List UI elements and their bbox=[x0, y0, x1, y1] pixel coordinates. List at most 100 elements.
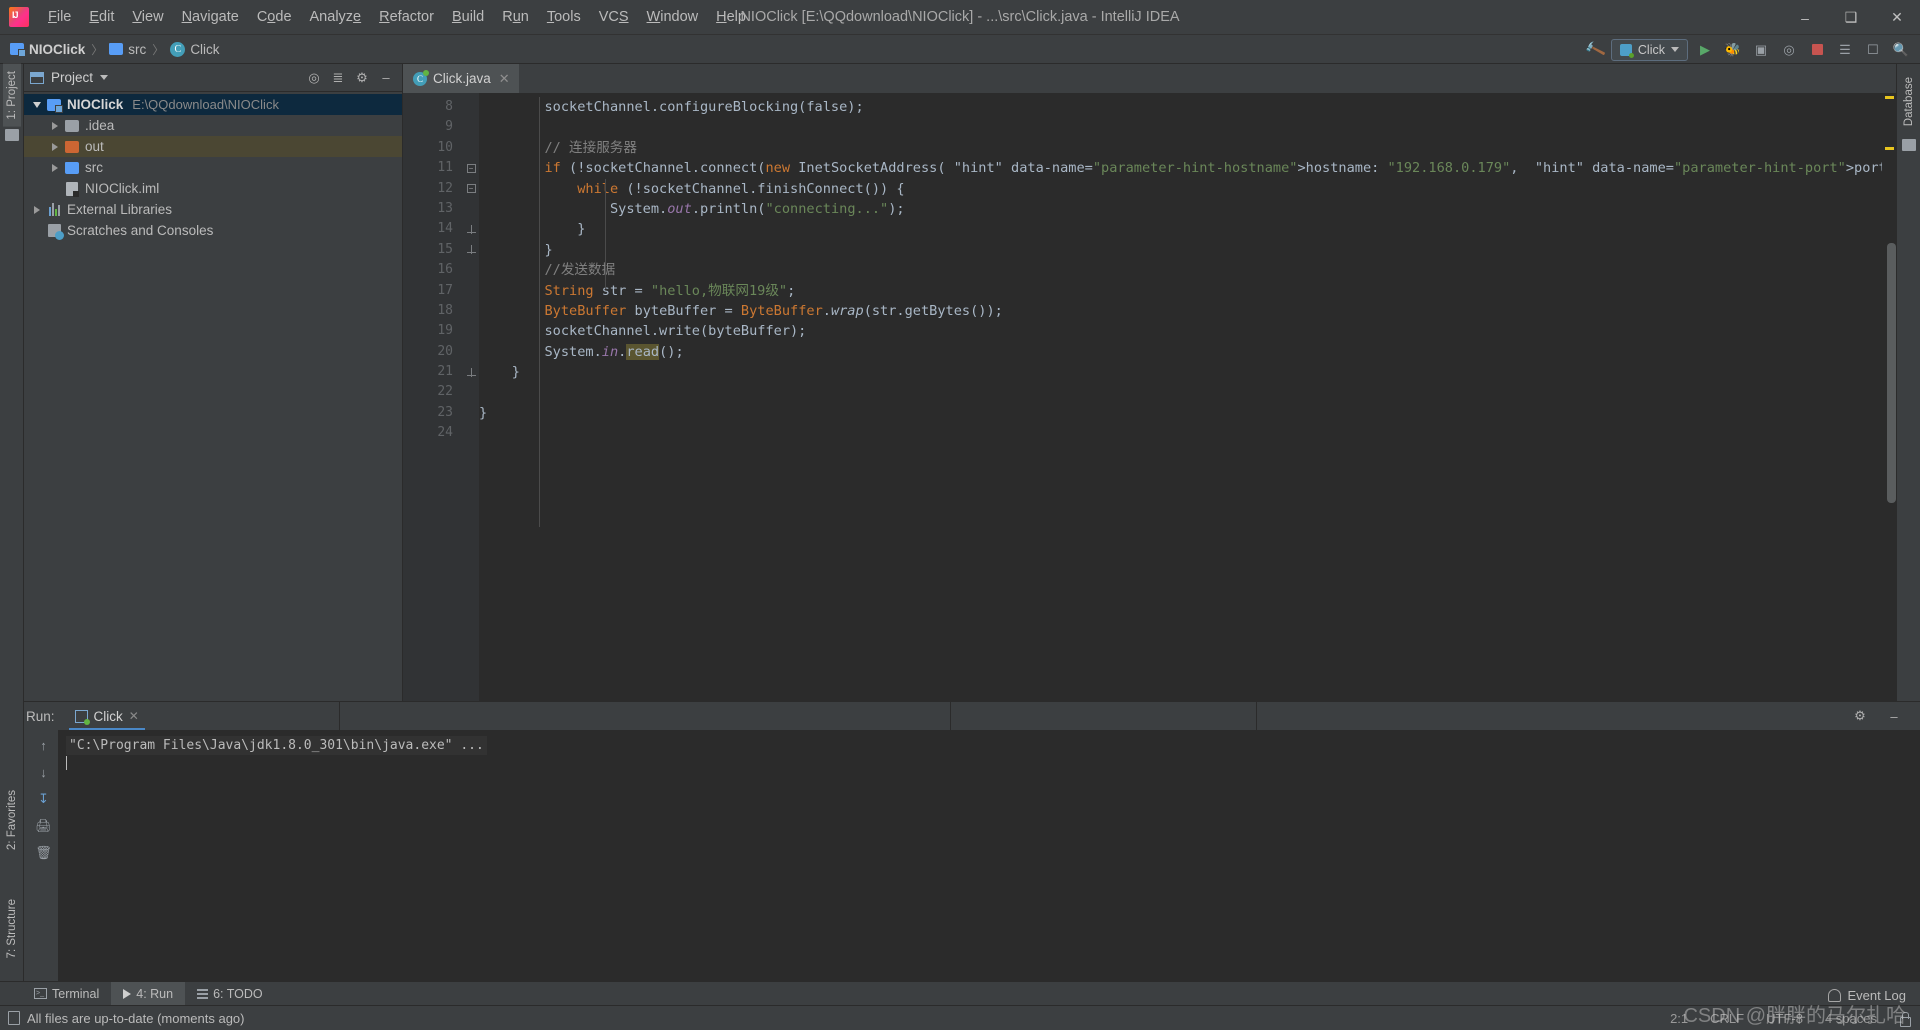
editor-scrollbar[interactable] bbox=[1887, 243, 1896, 503]
profiler-icon[interactable]: ◎ bbox=[1778, 39, 1800, 61]
tree-node--idea[interactable]: .idea bbox=[24, 115, 402, 136]
tree-node-nioclick-iml[interactable]: NIOClick.iml bbox=[24, 178, 402, 199]
breadcrumb-item-src[interactable]: src bbox=[128, 42, 146, 57]
tree-collapse-arrow[interactable] bbox=[28, 101, 46, 108]
tree-node-nioclick[interactable]: NIOClick E:\QQdownload\NIOClick bbox=[24, 94, 402, 115]
run-tab-click[interactable]: Click ✕ bbox=[65, 702, 149, 730]
tree-node-src[interactable]: src bbox=[24, 157, 402, 178]
fold-marker[interactable] bbox=[463, 219, 479, 239]
maximize-button[interactable]: ❑ bbox=[1828, 0, 1874, 35]
line-number: 16 bbox=[437, 262, 453, 278]
menu-item-view[interactable]: View bbox=[123, 5, 172, 29]
breadcrumb-item-class[interactable]: Click bbox=[190, 42, 219, 57]
sidebar-tab-structure[interactable]: 7: Structure bbox=[3, 892, 21, 965]
menu-item-tools[interactable]: Tools bbox=[538, 5, 590, 29]
scratches-icon bbox=[47, 224, 64, 240]
menu-item-help[interactable]: Help bbox=[707, 5, 755, 29]
breadcrumb: NIOClick 〉 src 〉 C Click bbox=[10, 41, 220, 58]
menu-item-run[interactable]: Run bbox=[493, 5, 538, 29]
trash-icon[interactable]: 🗑 bbox=[35, 844, 53, 862]
console-output[interactable]: "C:\Program Files\Java\jdk1.8.0_301\bin\… bbox=[58, 730, 1920, 981]
coverage-icon[interactable]: ▣ bbox=[1750, 39, 1772, 61]
build-hammer-icon[interactable]: 🔨 bbox=[1584, 38, 1607, 61]
run-config-name: Click bbox=[1637, 42, 1665, 57]
bottom-tab-terminal[interactable]: >_ Terminal bbox=[22, 982, 111, 1006]
print-icon[interactable]: 🖨 bbox=[35, 817, 53, 835]
hide-panel-icon[interactable]: – bbox=[1884, 706, 1904, 726]
run-config-icon bbox=[1619, 43, 1634, 58]
menu-item-build[interactable]: Build bbox=[443, 5, 493, 29]
fold-marker[interactable]: − bbox=[463, 158, 479, 178]
collapse-all-icon[interactable]: ≣ bbox=[328, 68, 348, 88]
line-separator[interactable]: CRLF bbox=[1710, 1011, 1744, 1026]
bottom-tab-todo[interactable]: 6: TODO bbox=[185, 982, 275, 1006]
debug-icon[interactable]: 🐝 bbox=[1722, 39, 1744, 61]
sidebar-tab-favorites[interactable]: 2: Favorites bbox=[3, 783, 21, 857]
tree-expand-arrow[interactable] bbox=[46, 121, 64, 130]
fold-end-icon[interactable] bbox=[466, 367, 476, 377]
chevron-down-icon[interactable] bbox=[100, 75, 109, 80]
bell-icon bbox=[1828, 989, 1842, 1002]
error-marker-strip[interactable] bbox=[1882, 93, 1896, 701]
close-button[interactable]: ✕ bbox=[1874, 0, 1920, 35]
close-icon[interactable]: ✕ bbox=[129, 709, 139, 723]
fold-marker[interactable]: − bbox=[463, 179, 479, 199]
fold-end-icon[interactable] bbox=[466, 245, 476, 255]
file-encoding[interactable]: UTF-8 bbox=[1766, 1011, 1803, 1026]
breadcrumb-separator: 〉 bbox=[91, 42, 104, 57]
scroll-to-end-icon[interactable]: ↧ bbox=[35, 790, 53, 808]
scroll-down-icon[interactable]: ↓ bbox=[35, 763, 53, 781]
search-everywhere-icon[interactable]: 🔍 bbox=[1890, 39, 1912, 61]
caret-position[interactable]: 2:1 bbox=[1670, 1011, 1688, 1026]
menu-item-refactor[interactable]: Refactor bbox=[370, 5, 443, 29]
read-only-lock-icon[interactable] bbox=[1899, 1011, 1911, 1027]
run-icon[interactable]: ▶ bbox=[1694, 39, 1716, 61]
tree-expand-arrow[interactable] bbox=[28, 205, 46, 214]
tree-node-external-libraries[interactable]: External Libraries bbox=[24, 199, 402, 220]
fold-collapse-icon[interactable]: − bbox=[466, 184, 476, 194]
layout-icon[interactable]: ☐ bbox=[1862, 39, 1884, 61]
tree-node-out[interactable]: out bbox=[24, 136, 402, 157]
fold-marker[interactable] bbox=[463, 240, 479, 260]
close-icon[interactable]: ✕ bbox=[499, 71, 510, 87]
menu-item-edit[interactable]: Edit bbox=[80, 5, 123, 29]
minimize-button[interactable]: – bbox=[1782, 0, 1828, 35]
hide-panel-icon[interactable]: – bbox=[376, 68, 396, 88]
menu-item-analyze[interactable]: Analyze bbox=[301, 5, 371, 29]
menu-item-code[interactable]: Code bbox=[248, 5, 301, 29]
fold-marker[interactable] bbox=[463, 362, 479, 382]
tree-node-path: E:\QQdownload\NIOClick bbox=[132, 97, 279, 112]
menu-item-window[interactable]: Window bbox=[638, 5, 708, 29]
fold-slot bbox=[463, 138, 479, 158]
gear-icon[interactable]: ⚙ bbox=[352, 68, 372, 88]
sidebar-tab-database[interactable]: Database bbox=[1900, 70, 1918, 133]
fold-collapse-icon[interactable]: − bbox=[466, 163, 476, 173]
tree-node-scratches-and-consoles[interactable]: Scratches and Consoles bbox=[24, 220, 402, 241]
sidebar-tab-project[interactable]: 1: Project bbox=[2, 64, 21, 127]
terminal-icon: >_ bbox=[34, 988, 47, 999]
bottom-tab-run[interactable]: 4: Run bbox=[111, 981, 186, 1006]
breadcrumb-item-project[interactable]: NIOClick bbox=[29, 42, 85, 57]
code-analysis-marker[interactable] bbox=[1885, 147, 1894, 150]
java-class-icon: C bbox=[413, 69, 429, 86]
project-tool-window: Project ◎ ≣ ⚙ – NIOClick E:\QQdownload\NI… bbox=[24, 64, 403, 701]
menu-item-navigate[interactable]: Navigate bbox=[173, 5, 248, 29]
scroll-up-icon[interactable]: ↑ bbox=[35, 736, 53, 754]
event-log-button[interactable]: Event Log bbox=[1828, 988, 1906, 1003]
tree-expand-arrow[interactable] bbox=[46, 163, 64, 172]
gear-icon[interactable]: ⚙ bbox=[1850, 706, 1870, 726]
fold-end-icon[interactable] bbox=[466, 225, 476, 235]
stop-icon[interactable] bbox=[1806, 39, 1828, 61]
code-content[interactable]: socketChannel.configureBlocking(false); … bbox=[479, 93, 1882, 701]
source-folder-icon bbox=[65, 161, 79, 174]
run-configuration-selector[interactable]: Click bbox=[1610, 38, 1688, 61]
menu-item-vcs[interactable]: VCS bbox=[590, 5, 638, 29]
tree-node-label: NIOClick bbox=[67, 97, 124, 112]
locate-file-icon[interactable]: ◎ bbox=[304, 68, 324, 88]
menu-item-file[interactable]: File bbox=[39, 5, 80, 29]
updates-icon[interactable]: ☰ bbox=[1834, 39, 1856, 61]
indent-setting[interactable]: 4 spaces bbox=[1825, 1011, 1877, 1026]
code-analysis-marker[interactable] bbox=[1885, 96, 1894, 99]
editor-tab-click-java[interactable]: C Click.java ✕ bbox=[403, 64, 519, 93]
tree-expand-arrow[interactable] bbox=[46, 142, 64, 151]
